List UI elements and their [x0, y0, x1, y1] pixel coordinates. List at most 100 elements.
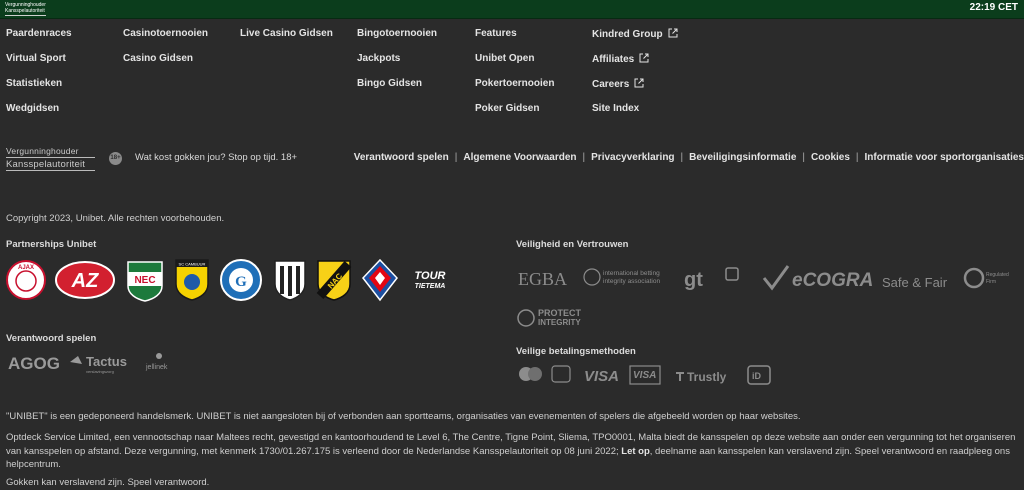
payment-logos: VISA VISA Trustly iD — [519, 365, 771, 385]
trust-title: Veiligheid en Vertrouwen — [516, 239, 629, 250]
footer-link[interactable]: Bingotoernooien — [357, 28, 437, 53]
separator: | — [454, 152, 458, 163]
ajax-logo[interactable]: AJAX — [4, 258, 48, 302]
footer-link[interactable]: Poker Gidsen — [475, 103, 554, 128]
regulated-line1: Regulated — [986, 272, 1009, 278]
kspa-line2: Kansspelautoriteit — [6, 158, 95, 171]
legal-link-voorwaarden[interactable]: Algemene Voorwaarden — [463, 152, 576, 163]
footer-column-bingo: Bingotoernooien Jackpots Bingo Gidsen — [357, 28, 437, 103]
ecogra-logo[interactable]: eCOGRA Safe & Fair — [762, 265, 948, 291]
trustly-logo[interactable]: Trustly — [676, 370, 727, 384]
footer-link[interactable]: Statistieken — [6, 78, 72, 103]
legal-link-cookies[interactable]: Cookies — [811, 152, 850, 163]
nec-logo-text: NEC — [134, 275, 155, 286]
visa-electron-logo[interactable]: VISA — [629, 365, 661, 385]
partnerships-title: Partnerships Unibet — [6, 239, 97, 250]
external-link-icon — [639, 53, 649, 63]
maestro-logo[interactable] — [551, 365, 571, 383]
footer-link[interactable]: Unibet Open — [475, 53, 554, 78]
heracles-logo[interactable] — [272, 258, 308, 302]
ibia-line2: integrity association — [603, 278, 660, 285]
egba-logo[interactable]: EGBA — [518, 269, 567, 289]
footer-link-label: Careers — [592, 79, 630, 90]
nec-logo[interactable]: NEC — [124, 258, 166, 302]
regulator-bar: Vergunninghouder Kansspelautoriteit 18+ … — [6, 146, 1024, 174]
regulated-firm-logo[interactable]: Regulated Firm — [963, 267, 1009, 289]
regulated-line2: Firm — [986, 279, 996, 285]
footer-link[interactable]: Pokertoernooien — [475, 78, 554, 103]
footer-column-poker: Features Unibet Open Pokertoernooien Pok… — [475, 28, 554, 128]
footer-column-casino: Casinotoernooien Casino Gidsen — [123, 28, 208, 78]
footer-link[interactable]: Paardenraces — [6, 28, 72, 53]
gambling-warning: Gokken kan verslavend zijn. Speel verant… — [6, 477, 210, 488]
legal-links: Verantwoord spelen | Algemene Voorwaarden |… — [354, 152, 1024, 163]
tour-text: TOUR — [415, 270, 446, 282]
visa-electron-text: VISA — [633, 370, 656, 381]
ibia-logo[interactable]: international betting integrity associat… — [583, 268, 660, 286]
tour-tietema-logo[interactable]: TOUR TIETEMA — [408, 258, 452, 302]
footer-link[interactable]: Casinotoernooien — [123, 28, 208, 53]
license-disclaimer: Optdeck Service Limited, een vennootscha… — [6, 431, 1016, 472]
payments-title: Veilige betalingsmethoden — [516, 346, 636, 357]
footer-link[interactable]: Virtual Sport — [6, 53, 72, 78]
gt-logo[interactable]: gt — [684, 269, 703, 291]
legal-link-beveiliging[interactable]: Beveiligingsinformatie — [689, 152, 796, 163]
separator: | — [582, 152, 586, 163]
responsible-logos: AGOG Tactus verslavingszorg jellinek — [8, 353, 168, 374]
svg-text:G: G — [235, 274, 247, 290]
protect-line2: INTEGRITY — [538, 318, 581, 327]
footer-link[interactable]: Bingo Gidsen — [357, 78, 437, 103]
footer-column-sports: Paardenraces Virtual Sport Statistieken … — [6, 28, 72, 128]
external-link-icon — [634, 78, 644, 88]
footer-column-live-casino: Live Casino Gidsen — [240, 28, 333, 53]
kspa-line1: Vergunninghouder — [6, 146, 95, 158]
visa-logo[interactable]: VISA — [584, 368, 619, 385]
legal-link-privacy[interactable]: Privacyverklaring — [591, 152, 674, 163]
footer-link[interactable]: Wedgidsen — [6, 103, 72, 128]
separator: | — [680, 152, 684, 163]
footer-link[interactable]: Casino Gidsen — [123, 53, 208, 78]
stop-op-tijd-text: Wat kost gokken jou? Stop op tijd. 18+ — [135, 152, 298, 163]
footer-column-company: Kindred Group Affiliates Careers Site In… — [592, 28, 678, 128]
top-bar: Vergunninghouder Kansspelautoriteit 22:1… — [0, 0, 1024, 19]
footer-link-careers[interactable]: Careers — [592, 78, 678, 103]
tactus-text: Tactus — [86, 354, 127, 369]
legal-link-verantwoord-spelen[interactable]: Verantwoord spelen — [354, 152, 449, 163]
separator: | — [855, 152, 859, 163]
mastercard-logo[interactable] — [519, 367, 542, 381]
agog-logo[interactable]: AGOG — [8, 354, 60, 373]
trust-logos: EGBA international betting integrity ass… — [517, 265, 1009, 327]
protect-integrity-logo[interactable]: PROTECT INTEGRITY — [517, 308, 582, 327]
telstar-logo[interactable] — [360, 258, 400, 302]
clock: 22:19 CET — [969, 2, 1018, 13]
external-link-icon — [668, 28, 678, 38]
nac-logo[interactable]: NAC — [314, 258, 354, 302]
footer-link-kindred[interactable]: Kindred Group — [592, 28, 678, 53]
cambuur-logo-text: SC CAMBUUR — [179, 262, 206, 267]
trustly-text: Trustly — [687, 370, 727, 384]
az-logo[interactable]: AZ — [54, 258, 116, 302]
cambuur-logo[interactable]: SC CAMBUUR — [174, 258, 210, 302]
gamcare-logo[interactable] — [725, 267, 739, 281]
regulator-logo-line2: Kansspelautoriteit — [5, 8, 45, 14]
jellinek-logo[interactable]: jellinek — [145, 353, 168, 371]
safe-fair-text: Safe & Fair — [882, 275, 948, 290]
let-op-text: Let op — [621, 445, 650, 457]
kansspelautoriteit-logo[interactable]: Vergunninghouder Kansspelautoriteit — [6, 146, 95, 172]
separator: | — [802, 152, 805, 163]
ideal-logo[interactable]: iD — [747, 365, 771, 385]
age-18-icon: 18+ — [109, 152, 122, 165]
tactus-logo[interactable]: Tactus verslavingszorg — [70, 354, 127, 374]
footer-link[interactable]: Features — [475, 28, 554, 53]
footer-link-site-index[interactable]: Site Index — [592, 103, 678, 128]
graafschap-logo[interactable]: G — [219, 258, 263, 302]
footer-link[interactable]: Live Casino Gidsen — [240, 28, 333, 53]
footer-link[interactable]: Jackpots — [357, 53, 437, 78]
regulator-logo[interactable]: Vergunninghouder Kansspelautoriteit — [5, 2, 46, 16]
ajax-logo-text: AJAX — [18, 265, 34, 271]
responsible-title: Verantwoord spelen — [6, 333, 97, 344]
footer-link-affiliates[interactable]: Affiliates — [592, 53, 678, 78]
footer-link-label: Affiliates — [592, 54, 635, 65]
legal-link-sportorganisaties[interactable]: Informatie voor sportorganisaties — [865, 152, 1024, 163]
footer-link-label: Kindred Group — [592, 29, 663, 40]
